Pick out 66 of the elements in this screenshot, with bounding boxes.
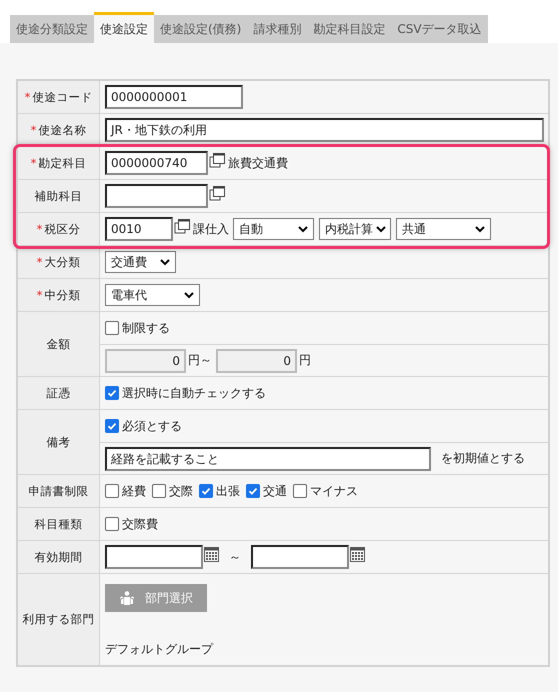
- text-field[interactable]: 0000000001: [105, 85, 243, 109]
- calendar-icon[interactable]: [350, 546, 365, 562]
- dropdown[interactable]: 内税計算: [319, 218, 391, 240]
- code-field[interactable]: 0000000740: [105, 151, 208, 175]
- chevron-icon: [298, 226, 308, 232]
- field-label: 科目種類: [18, 508, 100, 540]
- amount-field[interactable]: 0: [105, 348, 186, 372]
- checkmark-icon: [106, 420, 118, 432]
- suffix-label: を初期値とする: [441, 451, 525, 466]
- code-field[interactable]: [105, 184, 208, 208]
- text-field[interactable]: JR・地下鉄の利用: [105, 118, 544, 142]
- text-field[interactable]: 経路を記載すること: [105, 446, 431, 470]
- chevron-icon: [184, 292, 194, 298]
- group-name: デフォルトグループ: [105, 642, 213, 657]
- field-label: 備考: [18, 410, 100, 474]
- checkbox-option[interactable]: 制限する: [105, 320, 170, 336]
- amount-field[interactable]: 0: [216, 348, 297, 372]
- checkbox-option[interactable]: 選択時に自動チェックする: [105, 386, 266, 400]
- range-separator: ～: [229, 550, 241, 564]
- tab[interactable]: 使途設定: [94, 12, 154, 43]
- field-label: * 使途コード: [18, 81, 100, 113]
- field-label: * 勘定科目: [18, 147, 100, 179]
- lookup-icon[interactable]: [174, 218, 190, 234]
- tab[interactable]: 請求種別: [247, 15, 308, 43]
- checkbox-option[interactable]: マイナス: [293, 484, 358, 498]
- checkbox-option[interactable]: 出張: [199, 484, 240, 498]
- field-label: 有効期間: [18, 541, 100, 573]
- dropdown[interactable]: 共通: [396, 218, 491, 240]
- checkbox-option[interactable]: 交通: [246, 484, 287, 498]
- calendar-icon[interactable]: [204, 546, 219, 562]
- people-icon: [119, 590, 135, 606]
- checkmark-icon: [106, 387, 118, 399]
- account-name: 旅費交通費: [228, 156, 288, 170]
- dropdown[interactable]: 自動: [233, 218, 314, 240]
- field-label: * 税区分: [18, 213, 100, 245]
- field-label: 利用する部門: [18, 574, 100, 665]
- tax-name: 課仕入: [193, 222, 229, 236]
- checkbox-option[interactable]: 必須とする: [105, 418, 182, 434]
- tab[interactable]: 勘定科目設定: [307, 15, 392, 43]
- field-label: 申請書制限: [18, 475, 100, 507]
- checkbox-option[interactable]: 交際: [152, 484, 193, 498]
- dropdown[interactable]: 交通費: [105, 251, 176, 273]
- checkbox-option[interactable]: 経費: [105, 484, 146, 498]
- date-field[interactable]: [251, 545, 349, 569]
- lookup-icon[interactable]: [209, 152, 225, 168]
- date-field[interactable]: [105, 545, 203, 569]
- unit-label: 円: [299, 353, 311, 368]
- unit-label: 円～: [188, 353, 212, 368]
- tab[interactable]: CSVデータ取込: [391, 15, 488, 43]
- chevron-icon: [475, 226, 485, 232]
- checkbox-option[interactable]: 交際費: [105, 516, 158, 532]
- field-label: * 中分類: [18, 279, 100, 311]
- field-label: 証憑: [18, 377, 100, 409]
- lookup-icon[interactable]: [209, 185, 225, 201]
- field-label: * 使途名称: [18, 114, 100, 146]
- field-label: * 大分類: [18, 246, 100, 278]
- field-label: 補助科目: [18, 180, 100, 212]
- chevron-icon: [160, 258, 170, 266]
- field-label: 金額: [18, 312, 100, 376]
- checkmark-icon: [200, 485, 212, 497]
- code-field[interactable]: 0010: [105, 217, 173, 241]
- checkmark-icon: [247, 485, 259, 497]
- tab[interactable]: 使途分類設定: [10, 15, 94, 43]
- tab[interactable]: 使途設定(債務): [154, 15, 248, 43]
- chevron-icon: [376, 226, 386, 232]
- dropdown[interactable]: 電車代: [105, 284, 200, 306]
